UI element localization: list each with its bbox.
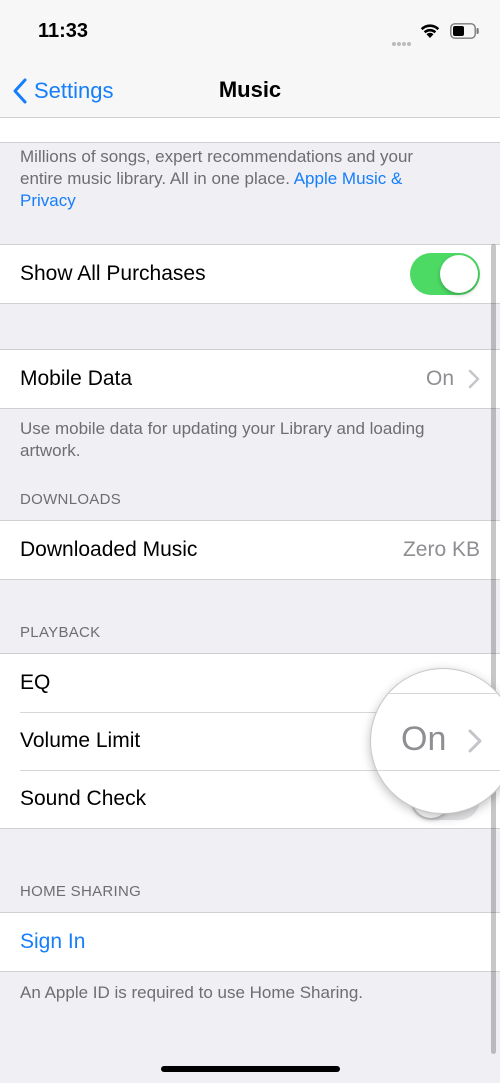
downloaded-music-label: Downloaded Music — [20, 538, 198, 561]
status-bar: 11:33 — [0, 0, 500, 64]
magnifier-divider — [371, 693, 500, 694]
mobile-data-value: On — [425, 367, 454, 390]
volume-limit-label: Volume Limit — [20, 729, 141, 752]
navigation-bar: Settings Music — [0, 64, 500, 118]
sign-in-row[interactable]: Sign In — [0, 913, 500, 971]
chevron-right-icon — [468, 369, 480, 389]
purchases-group: Show All Purchases — [0, 244, 500, 304]
show-all-purchases-row: Show All Purchases — [0, 245, 500, 303]
playback-header: PLAYBACK — [20, 624, 101, 641]
downloads-header: DOWNLOADS — [20, 491, 122, 508]
mobile-data-label: Mobile Data — [20, 367, 133, 390]
home-indicator[interactable] — [161, 1066, 340, 1072]
volume-limit-value: On — [401, 720, 447, 758]
magnifier-divider — [371, 770, 500, 771]
home-sharing-footer: An Apple ID is required to use Home Shar… — [20, 983, 364, 1002]
cellular-signal-icon — [392, 33, 414, 46]
mobile-data-footer: Use mobile data for updating your Librar… — [20, 419, 425, 460]
show-all-purchases-toggle[interactable] — [410, 253, 480, 295]
home-sharing-group: Sign In — [0, 912, 500, 972]
battery-icon — [450, 23, 479, 39]
clipped-row — [0, 118, 500, 143]
chevron-right-icon — [468, 729, 482, 753]
downloaded-music-value: Zero KB — [402, 538, 480, 561]
mobile-data-row[interactable]: Mobile Data On — [0, 350, 500, 408]
status-time: 11:33 — [38, 20, 89, 42]
downloaded-music-row[interactable]: Downloaded Music Zero KB — [0, 521, 500, 579]
scrollbar[interactable] — [491, 244, 496, 1054]
home-sharing-header: HOME SHARING — [20, 883, 142, 900]
settings-list[interactable]: Millions of songs, expert recommendation… — [0, 118, 500, 1083]
wifi-icon — [420, 24, 440, 38]
page-title: Music — [218, 77, 282, 102]
show-all-purchases-label: Show All Purchases — [20, 262, 206, 285]
apple-music-footer: Millions of songs, expert recommendation… — [20, 146, 460, 212]
downloads-group: Downloaded Music Zero KB — [0, 520, 500, 580]
sign-in-button[interactable]: Sign In — [20, 930, 85, 954]
toggle-knob — [440, 255, 478, 293]
sound-check-label: Sound Check — [20, 787, 147, 810]
eq-label: EQ — [20, 671, 51, 694]
mobile-data-group: Mobile Data On — [0, 349, 500, 409]
